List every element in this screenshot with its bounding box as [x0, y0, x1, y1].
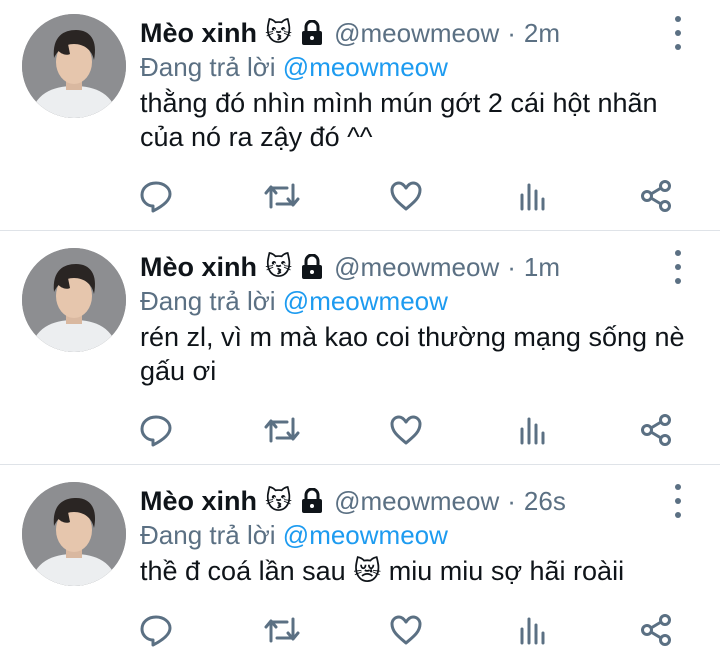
- timestamp[interactable]: 1m: [524, 252, 560, 283]
- mention-link[interactable]: @meowmeow: [283, 520, 448, 550]
- share-icon[interactable]: [636, 610, 676, 650]
- replying-to-label: Đang trả lời: [140, 520, 276, 550]
- avatar[interactable]: [22, 482, 126, 586]
- handle[interactable]: @meowmeow: [334, 486, 499, 517]
- action-bar: [0, 610, 720, 654]
- retweet-icon[interactable]: [262, 610, 302, 650]
- tweet-text: thề đ coá lần sau 😿 miu miu sợ hãi roàii: [140, 556, 625, 586]
- tweet[interactable]: Mèo xinh 😽 @meowmeow · 2m Đang trả lời @…: [0, 0, 720, 230]
- analytics-icon[interactable]: [512, 410, 552, 450]
- tweet[interactable]: Mèo xinh 😽 @meowmeow · 1m Đang trả lời @…: [0, 234, 720, 464]
- like-icon[interactable]: [386, 410, 426, 450]
- replying-to: Đang trả lời @meowmeow: [140, 520, 448, 551]
- cat-emoji: 😽: [265, 18, 293, 48]
- tweet-text: thằng đó nhìn mình mún gớt 2 cái hột nhã…: [140, 88, 658, 152]
- divider: [0, 230, 720, 231]
- reply-icon[interactable]: [136, 176, 176, 216]
- tweet-header: Mèo xinh 😽 @meowmeow · 2m: [140, 14, 560, 52]
- cat-emoji: 😽: [265, 486, 293, 516]
- retweet-icon[interactable]: [262, 176, 302, 216]
- replying-to: Đang trả lời @meowmeow: [140, 286, 448, 317]
- mention-link[interactable]: @meowmeow: [283, 286, 448, 316]
- replying-to-label: Đang trả lời: [140, 286, 276, 316]
- handle[interactable]: @meowmeow: [334, 18, 499, 49]
- timestamp[interactable]: 26s: [524, 486, 566, 517]
- lock-icon: [300, 254, 324, 280]
- lock-icon: [300, 488, 324, 514]
- tweet-header: Mèo xinh 😽 @meowmeow · 1m: [140, 248, 560, 286]
- more-vertical-icon[interactable]: [666, 16, 690, 50]
- handle[interactable]: @meowmeow: [334, 252, 499, 283]
- divider: [0, 464, 720, 465]
- more-vertical-icon[interactable]: [666, 484, 690, 518]
- avatar[interactable]: [22, 14, 126, 118]
- tweet-text: rén zl, vì m mà kao coi thường mạng sống…: [140, 322, 685, 386]
- tweet-feed: Mèo xinh 😽 @meowmeow · 2m Đang trả lời @…: [0, 0, 720, 660]
- like-icon[interactable]: [386, 176, 426, 216]
- display-name[interactable]: Mèo xinh: [140, 252, 257, 283]
- replying-to-label: Đang trả lời: [140, 52, 276, 82]
- action-bar: [0, 410, 720, 454]
- lock-icon: [300, 20, 324, 46]
- cat-emoji: 😽: [265, 252, 293, 282]
- analytics-icon[interactable]: [512, 610, 552, 650]
- avatar[interactable]: [22, 248, 126, 352]
- replying-to: Đang trả lời @meowmeow: [140, 52, 448, 83]
- action-bar: [0, 176, 720, 220]
- share-icon[interactable]: [636, 176, 676, 216]
- tweet[interactable]: Mèo xinh 😽 @meowmeow · 26s Đang trả lời …: [0, 468, 720, 660]
- display-name[interactable]: Mèo xinh: [140, 18, 257, 49]
- reply-icon[interactable]: [136, 410, 176, 450]
- separator-dot: ·: [507, 17, 516, 48]
- reply-icon[interactable]: [136, 610, 176, 650]
- analytics-icon[interactable]: [512, 176, 552, 216]
- separator-dot: ·: [507, 485, 516, 516]
- tweet-header: Mèo xinh 😽 @meowmeow · 26s: [140, 482, 566, 520]
- share-icon[interactable]: [636, 410, 676, 450]
- separator-dot: ·: [507, 251, 516, 282]
- timestamp[interactable]: 2m: [524, 18, 560, 49]
- display-name[interactable]: Mèo xinh: [140, 486, 257, 517]
- like-icon[interactable]: [386, 610, 426, 650]
- retweet-icon[interactable]: [262, 410, 302, 450]
- more-vertical-icon[interactable]: [666, 250, 690, 284]
- mention-link[interactable]: @meowmeow: [283, 52, 448, 82]
